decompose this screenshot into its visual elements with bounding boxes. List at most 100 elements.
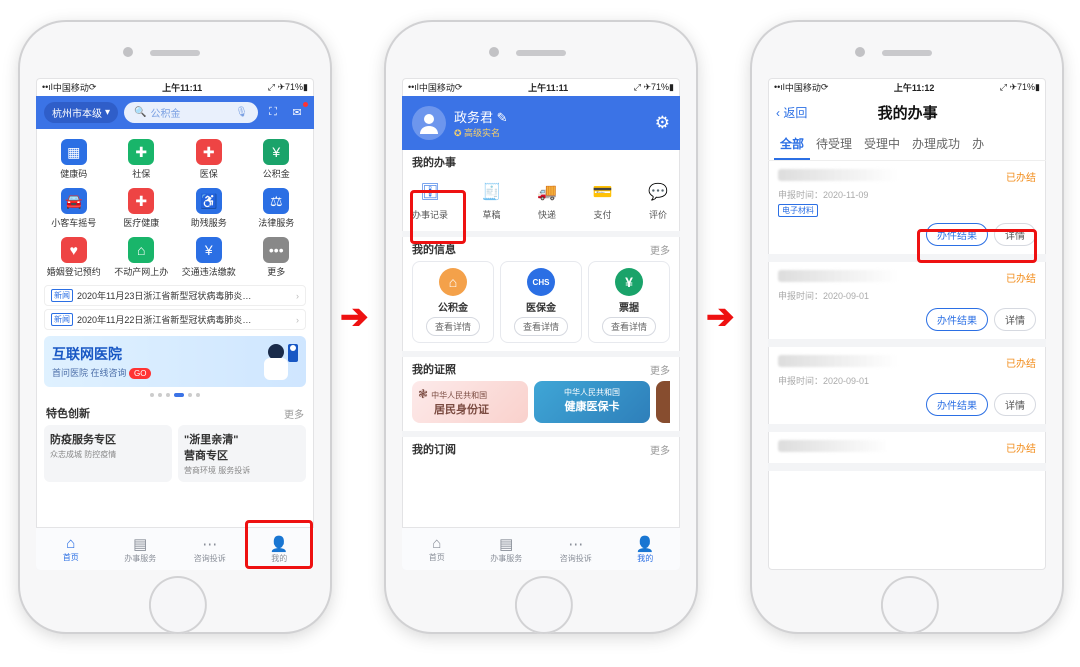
service-item[interactable]: ¥交通违法缴款 bbox=[175, 233, 243, 282]
info-card[interactable]: CHS 医保金查看详情 bbox=[500, 261, 582, 343]
result-button[interactable]: 办件结果 bbox=[926, 393, 988, 416]
tab-icon: ▤ bbox=[499, 535, 513, 553]
search-input[interactable]: 🔍 公积金🎙 bbox=[124, 102, 258, 123]
record-title-redacted bbox=[778, 355, 898, 367]
phone-2: ••ıl 中国移动 ⟳ 上午11:11 ⤢ ✈︎ 71% ▮ 政务君 ✎ ✪ 高… bbox=[386, 22, 696, 632]
result-button[interactable]: 办件结果 bbox=[926, 308, 988, 331]
more-link[interactable]: 更多 bbox=[650, 242, 670, 257]
tab-2[interactable]: ⋯咨询投诉 bbox=[541, 528, 611, 570]
service-item[interactable]: ✚医疗健康 bbox=[108, 184, 176, 233]
service-label: 小客车摇号 bbox=[51, 216, 96, 229]
filter-tab[interactable]: 办 bbox=[966, 129, 990, 160]
scan-icon[interactable]: ⛶ bbox=[264, 104, 282, 122]
gear-icon[interactable]: ⚙ bbox=[655, 113, 670, 133]
record-title-redacted bbox=[778, 169, 898, 181]
service-item[interactable]: ⚖法律服务 bbox=[243, 184, 311, 233]
tab-icon: ▤ bbox=[133, 535, 147, 553]
affair-item[interactable]: 💬评价 bbox=[646, 180, 670, 221]
affair-icon: 🚚 bbox=[535, 180, 559, 204]
info-card[interactable]: ¥票据查看详情 bbox=[588, 261, 670, 343]
record-item: 已办结 bbox=[768, 432, 1046, 471]
profile-header: 政务君 ✎ ✪ 高级实名 ⚙ bbox=[402, 96, 680, 150]
battery-label: 71% bbox=[1017, 82, 1035, 92]
affair-item[interactable]: 💳支付 bbox=[590, 180, 614, 221]
tab-3[interactable]: 👤我的 bbox=[245, 528, 315, 570]
view-detail-button[interactable]: 查看详情 bbox=[514, 317, 568, 336]
news-list: 新闻2020年11月23日浙江省新型冠状病毒肺炎…› 新闻2020年11月22日浙… bbox=[36, 285, 314, 330]
tab-label: 咨询投诉 bbox=[194, 553, 226, 564]
tab-2[interactable]: ⋯咨询投诉 bbox=[175, 528, 245, 570]
special-cards: 防疫服务专区众志成城 防控疫情"浙里亲清" 营商专区营商环境 服务投诉 bbox=[36, 425, 314, 482]
page-title: 我的办事 bbox=[777, 102, 1038, 123]
service-label: 公积金 bbox=[263, 167, 290, 180]
id-card-resident[interactable]: ❃ 中华人民共和国居民身份证 bbox=[412, 381, 528, 423]
info-icon: ¥ bbox=[615, 268, 643, 296]
id-title: 健康医保卡 bbox=[540, 398, 644, 414]
go-badge: GO bbox=[129, 368, 151, 379]
more-link[interactable]: 更多 bbox=[650, 362, 670, 377]
tab-1[interactable]: ▤办事服务 bbox=[472, 528, 542, 570]
section-title: 我的证照 bbox=[412, 361, 456, 377]
record-date: 申报时间：2020-11-09 bbox=[778, 188, 1036, 201]
my-affairs-header: 我的办事 bbox=[402, 150, 680, 174]
edit-icon[interactable]: ✎ bbox=[497, 110, 508, 125]
filter-tab[interactable]: 受理中 bbox=[858, 129, 906, 160]
detail-button[interactable]: 详情 bbox=[994, 223, 1036, 246]
affair-item[interactable]: 🧾草稿 bbox=[480, 180, 504, 221]
tab-label: 我的 bbox=[637, 553, 653, 564]
id-card-health[interactable]: 中华人民共和国健康医保卡 bbox=[534, 381, 650, 423]
tab-3[interactable]: 👤我的 bbox=[611, 528, 681, 570]
tabbar: ⌂首页▤办事服务⋯咨询投诉👤我的 bbox=[36, 527, 314, 570]
filter-tabs: 全部待受理受理中办理成功办 bbox=[768, 129, 1046, 161]
promo-card[interactable]: 防疫服务专区众志成城 防控疫情 bbox=[44, 425, 172, 482]
info-title: 医保金 bbox=[526, 299, 556, 314]
arrow-icon: ➔ bbox=[706, 297, 735, 337]
location-picker[interactable]: 杭州市本级▾ bbox=[44, 102, 118, 123]
hospital-banner[interactable]: 互联网医院 首问医院 在线咨询 GO bbox=[44, 336, 306, 387]
banner-sub: 首问医院 在线咨询 bbox=[52, 368, 127, 378]
more-link[interactable]: 更多 bbox=[650, 442, 670, 457]
filter-tab[interactable]: 待受理 bbox=[810, 129, 858, 160]
news-item[interactable]: 新闻2020年11月22日浙江省新型冠状病毒肺炎…› bbox=[44, 309, 306, 330]
service-item[interactable]: ¥公积金 bbox=[243, 135, 311, 184]
detail-button[interactable]: 详情 bbox=[994, 393, 1036, 416]
affair-label: 草稿 bbox=[482, 208, 500, 221]
battery-label: 71% bbox=[285, 82, 303, 92]
arrow-icon: ➔ bbox=[340, 297, 369, 337]
info-card[interactable]: ⌂公积金查看详情 bbox=[412, 261, 494, 343]
service-item[interactable]: ♿助残服务 bbox=[175, 184, 243, 233]
service-item[interactable]: ▦健康码 bbox=[40, 135, 108, 184]
tab-0[interactable]: ⌂首页 bbox=[36, 528, 106, 570]
mail-icon[interactable]: ✉ bbox=[288, 104, 306, 122]
service-item[interactable]: 🚘小客车摇号 bbox=[40, 184, 108, 233]
affair-item[interactable]: 🚚快递 bbox=[535, 180, 559, 221]
service-item[interactable]: ✚医保 bbox=[175, 135, 243, 184]
affair-label: 支付 bbox=[593, 208, 611, 221]
service-item[interactable]: ♥婚姻登记预约 bbox=[40, 233, 108, 282]
tab-1[interactable]: ▤办事服务 bbox=[106, 528, 176, 570]
tabbar: ⌂首页▤办事服务⋯咨询投诉👤我的 bbox=[402, 527, 680, 570]
avatar[interactable] bbox=[412, 106, 446, 140]
more-link[interactable]: 更多 bbox=[284, 406, 304, 421]
view-detail-button[interactable]: 查看详情 bbox=[426, 317, 480, 336]
tab-label: 首页 bbox=[63, 552, 79, 563]
detail-button[interactable]: 详情 bbox=[994, 308, 1036, 331]
info-icon: CHS bbox=[527, 268, 555, 296]
service-item[interactable]: ⌂不动产网上办 bbox=[108, 233, 176, 282]
service-item[interactable]: •••更多 bbox=[243, 233, 311, 282]
promo-card[interactable]: "浙里亲清" 营商专区营商环境 服务投诉 bbox=[178, 425, 306, 482]
tab-0[interactable]: ⌂首页 bbox=[402, 528, 472, 570]
my-id-header: 我的证照 更多 bbox=[402, 357, 680, 381]
service-label: 交通违法缴款 bbox=[182, 265, 236, 278]
clock-label: 上午11:11 bbox=[96, 81, 267, 94]
affair-item[interactable]: 🗄办事记录 bbox=[412, 180, 448, 221]
result-button[interactable]: 办件结果 bbox=[926, 223, 988, 246]
battery-label: 71% bbox=[651, 82, 669, 92]
filter-tab[interactable]: 全部 bbox=[774, 129, 810, 160]
filter-tab[interactable]: 办理成功 bbox=[906, 129, 966, 160]
view-detail-button[interactable]: 查看详情 bbox=[602, 317, 656, 336]
service-item[interactable]: ✚社保 bbox=[108, 135, 176, 184]
record-item: 已办结 申报时间：2020-09-01 办件结果详情 bbox=[768, 262, 1046, 347]
news-item[interactable]: 新闻2020年11月23日浙江省新型冠状病毒肺炎…› bbox=[44, 285, 306, 306]
id-card-more[interactable] bbox=[656, 381, 670, 423]
